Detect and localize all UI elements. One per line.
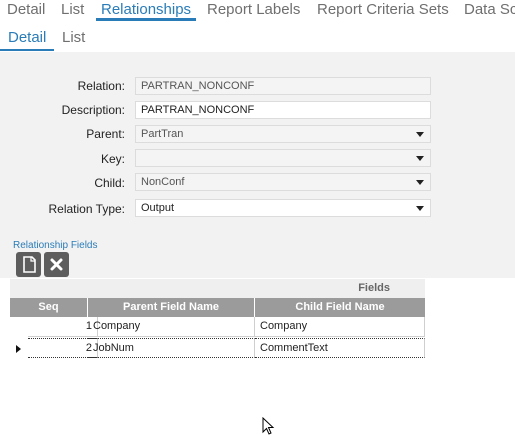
delete-x-icon	[50, 258, 63, 271]
relation-field: PARTRAN_NONCONF	[135, 77, 431, 95]
child-select[interactable]: NonConf	[135, 173, 431, 191]
chevron-down-icon	[416, 180, 424, 185]
tab-detail[interactable]: Detail	[7, 0, 45, 19]
new-field-button[interactable]	[16, 252, 41, 277]
chevron-down-icon	[416, 132, 424, 137]
key-select[interactable]	[135, 149, 431, 167]
child-value: NonConf	[141, 176, 185, 188]
parent-label: Parent:	[86, 127, 125, 141]
active-subtab-indicator	[0, 49, 54, 51]
tab-report-criteria-sets[interactable]: Report Criteria Sets	[317, 0, 449, 19]
chevron-down-icon	[416, 156, 424, 161]
column-header-seq[interactable]: Seq	[10, 298, 88, 317]
relationship-fields-title: Relationship Fields	[13, 240, 98, 251]
subtab-list[interactable]: List	[62, 28, 85, 47]
active-tab-indicator	[96, 18, 196, 21]
child-field-cell: CommentText	[255, 338, 425, 358]
table-row[interactable]: 1 Company Company	[10, 317, 425, 337]
table-row[interactable]: 2 JobNum CommentText	[10, 338, 425, 358]
relation-type-value: Output	[141, 202, 175, 214]
mouse-pointer-icon	[262, 417, 275, 435]
key-label: Key:	[100, 152, 125, 166]
child-label: Child:	[94, 176, 125, 190]
relationship-fields-grid: Fields Seq Parent Field Name Child Field…	[0, 279, 515, 435]
tab-list[interactable]: List	[61, 0, 84, 19]
relation-label: Relation:	[77, 79, 125, 93]
parent-field-cell: JobNum	[88, 338, 255, 358]
description-label: Description:	[61, 103, 125, 117]
tab-report-labels[interactable]: Report Labels	[207, 0, 300, 19]
relation-type-label: Relation Type:	[48, 202, 126, 216]
fields-group-label: Fields	[358, 282, 390, 294]
child-field-cell: Company	[255, 317, 425, 337]
parent-value: PartTran	[141, 128, 184, 140]
primary-tab-bar: Detail List Relationships Report Labels …	[0, 0, 515, 22]
parent-select[interactable]: PartTran	[135, 125, 431, 143]
new-document-icon	[23, 256, 36, 273]
tab-data-sources[interactable]: Data Sc	[464, 0, 515, 19]
fields-group-header: Fields	[10, 279, 425, 298]
subtab-detail[interactable]: Detail	[8, 28, 46, 47]
description-field[interactable]: PARTRAN_NONCONF	[135, 101, 431, 119]
current-row-indicator-icon	[16, 345, 21, 353]
secondary-tab-bar: Detail List	[0, 25, 515, 51]
column-header-parent-field[interactable]: Parent Field Name	[88, 298, 255, 317]
tab-relationships[interactable]: Relationships	[101, 0, 191, 19]
relation-type-select[interactable]: Output	[135, 199, 431, 217]
column-header-child-field[interactable]: Child Field Name	[255, 298, 425, 317]
chevron-down-icon	[416, 206, 424, 211]
parent-field-cell: Company	[88, 317, 255, 337]
delete-field-button[interactable]	[44, 252, 69, 277]
